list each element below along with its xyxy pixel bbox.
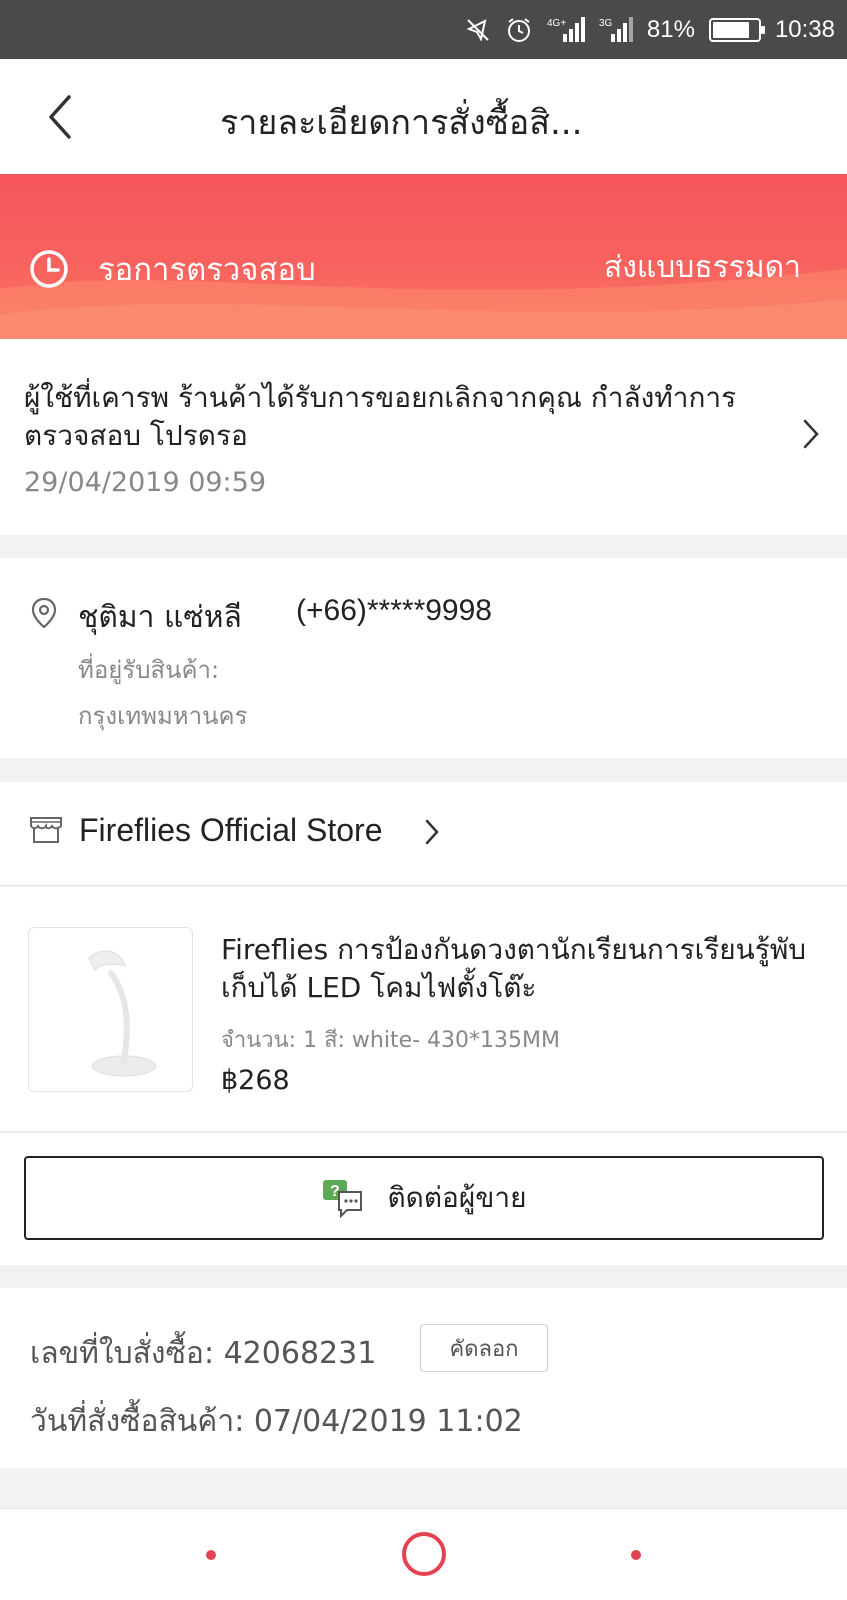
product-name: Fireflies การป้องกันดวงตานักเรียนการเรีย… <box>221 933 807 1004</box>
location-pin-icon <box>31 597 57 629</box>
product-price: ฿268 <box>221 1065 290 1096</box>
network-1-label: 4G+ <box>547 18 566 29</box>
copy-button[interactable]: คัดลอก <box>420 1324 548 1372</box>
battery-percent: 81% <box>646 15 695 43</box>
contact-seller-button[interactable]: ? ติดต่อผู้ขาย <box>24 1156 824 1240</box>
cancellation-message[interactable]: ผู้ใช้ที่เคารพ ร้านค้าได้รับการขอยกเลิกจ… <box>0 339 847 535</box>
recipient-name: ชุติมา แซ่หลี <box>78 600 242 635</box>
address-city: กรุงเทพมหานคร <box>78 702 248 730</box>
order-date: วันที่สั่งซื้อสินค้า: 07/04/2019 11:02 <box>30 1404 523 1439</box>
message-time: 29/04/2019 09:59 <box>24 467 267 498</box>
order-number: เลขที่ใบสั่งซื้อ: 42068231 <box>30 1336 377 1371</box>
battery-fill <box>712 21 749 38</box>
order-status-label: รอการตรวจสอบ <box>98 252 316 288</box>
page-title: รายละเอียดการสั่งซื้อสิ... <box>220 103 583 143</box>
back-button[interactable] <box>30 87 90 147</box>
chevron-left-icon <box>49 95 71 139</box>
clock-icon <box>30 250 68 288</box>
status-bar: 4G+ 3G 81% 10:38 <box>0 0 847 59</box>
contact-seller-label: ติดต่อผู้ขาย <box>387 1181 527 1214</box>
product-item[interactable]: Fireflies การป้องกันดวงตานักเรียนการเรีย… <box>0 887 847 1132</box>
system-nav-bar <box>0 1508 847 1600</box>
network-2-label: 3G <box>599 18 613 29</box>
contact-section: ? ติดต่อผู้ขาย <box>0 1133 847 1265</box>
order-status: รอการตรวจสอบ <box>28 244 316 294</box>
order-info: เลขที่ใบสั่งซื้อ: 42068231 คัดลอก วันที่… <box>0 1288 847 1468</box>
header: รายละเอียดการสั่งซื้อสิ... <box>0 59 847 174</box>
signal-4g-icon: 4G+ <box>547 16 585 44</box>
product-attributes: จำนวน: 1 สี: white- 430*135MM <box>221 1028 560 1053</box>
recipient-phone: (+66)*****9998 <box>296 594 492 627</box>
status-banner: รอการตรวจสอบ ส่งแบบธรรมดา <box>0 174 847 339</box>
product-image <box>28 927 193 1092</box>
store-name: Fireflies Official Store <box>79 812 383 848</box>
shipping-method: ส่งแบบธรรมดา <box>603 250 801 285</box>
chevron-right-icon <box>425 819 439 845</box>
nav-home-button[interactable] <box>402 1532 446 1576</box>
chevron-right-icon <box>803 419 819 449</box>
nav-back-button[interactable] <box>206 1550 216 1560</box>
store-icon <box>30 817 62 843</box>
signal-3g-icon: 3G <box>599 16 633 44</box>
mute-icon <box>465 17 491 43</box>
delivery-address: ชุติมา แซ่หลี (+66)*****9998 ที่อยู่รับส… <box>0 558 847 758</box>
status-bar-right: 4G+ 3G 81% 10:38 <box>465 0 835 59</box>
message-text: ผู้ใช้ที่เคารพ ร้านค้าได้รับการขอยกเลิกจ… <box>24 381 737 452</box>
alarm-icon <box>505 16 533 44</box>
status-time: 10:38 <box>774 15 835 43</box>
battery-icon <box>708 17 765 42</box>
store-row[interactable]: Fireflies Official Store <box>0 782 847 886</box>
address-label: ที่อยู่รับสินค้า: <box>78 656 220 684</box>
desk-lamp-icon <box>88 950 157 1077</box>
nav-recents-button[interactable] <box>631 1550 641 1560</box>
chat-help-icon: ? <box>323 1180 363 1218</box>
